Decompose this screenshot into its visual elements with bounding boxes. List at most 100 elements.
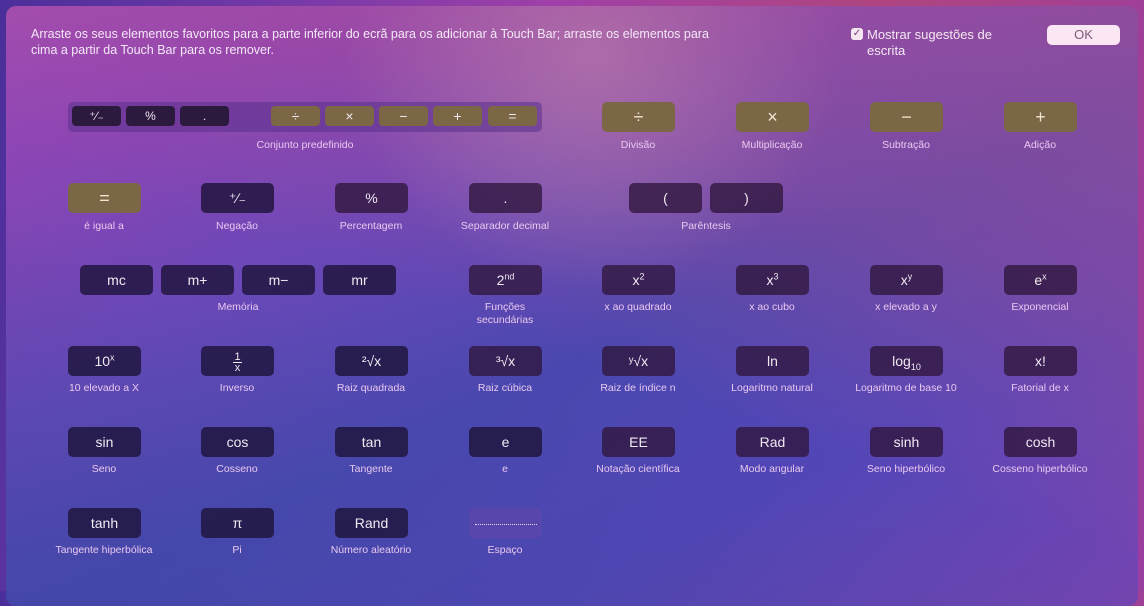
x-power-y-key[interactable]: xy [870,265,943,295]
percent-label: Percentagem [339,220,403,232]
cosh-label: Cosseno hiperbólico [992,463,1088,475]
x-cubed-label: x ao cubo [749,301,795,313]
x-squared-label: x ao quadrado [604,301,672,313]
factorial-label: Fatorial de x [1011,382,1069,394]
log10-base: log [892,353,911,369]
second-key-sup: nd [504,271,515,282]
square-root-key[interactable]: ²√x [335,346,408,376]
add-key[interactable]: + [1004,102,1077,132]
decimal-key[interactable]: . [469,183,542,213]
open-parenthesis-key[interactable]: ( [629,183,702,213]
cube-root-key[interactable]: ³√x [469,346,542,376]
space-key[interactable] [469,508,542,538]
x-cubed-key[interactable]: x3 [736,265,809,295]
random-key[interactable]: Rand [335,508,408,538]
decimal-label: Separador decimal [460,220,550,232]
pi-key[interactable]: π [201,508,274,538]
memory-recall-key[interactable]: mr [323,265,396,295]
log10-sub: 10 [910,361,921,372]
factorial-key[interactable]: x! [1004,346,1077,376]
divide-key[interactable]: ÷ [602,102,675,132]
x-squared-sup: 2 [639,271,645,282]
instruction-line-1: Arraste os seus elementos favoritos para… [31,27,709,41]
equals-label: é igual a [84,220,124,232]
x-cubed-sup: 3 [773,271,779,282]
default-set-label: Conjunto predefinido [256,139,354,151]
ten-power-x-key[interactable]: 10x [68,346,141,376]
exponential-label: Exponencial [1011,301,1069,313]
negate-key[interactable]: ⁺∕₋ [201,183,274,213]
random-label: Número aleatório [330,544,412,556]
scientific-notation-key[interactable]: EE [602,427,675,457]
second-functions-label: Funções secundárias [455,301,555,327]
exponential-sup: x [1042,271,1047,282]
exponential-key[interactable]: ex [1004,265,1077,295]
inverse-key[interactable]: 1x [201,346,274,376]
natural-log-label: Logaritmo natural [731,382,813,394]
scientific-notation-label: Notação científica [596,463,680,475]
ok-button[interactable]: OK [1047,25,1120,45]
percent-key[interactable]: % [335,183,408,213]
preset-key-negate: ⁺∕₋ [72,106,121,126]
second-functions-label-line2: secundárias [476,314,534,326]
equals-key[interactable]: = [68,183,141,213]
typing-suggestions-option[interactable]: ✓ Mostrar sugestões de escrita [851,27,1031,58]
cos-key[interactable]: cos [201,427,274,457]
second-functions-key[interactable]: 2nd [469,265,542,295]
x-power-y-sup: y [907,271,913,282]
cube-root-label: Raiz cúbica [477,382,533,394]
cosh-key[interactable]: cosh [1004,427,1077,457]
parentheses-label: Parêntesis [681,220,731,232]
sin-key[interactable]: sin [68,427,141,457]
log10-label: Logaritmo de base 10 [855,382,957,394]
second-functions-label-line1: Funções [484,301,526,313]
exponential-base: e [1034,272,1043,288]
instruction-line-2: cima a partir da Touch Bar para os remov… [31,42,274,57]
inverse-denominator: x [234,361,241,374]
memory-subtract-key[interactable]: m− [242,265,315,295]
tan-key[interactable]: tan [335,427,408,457]
log10-key[interactable]: log10 [870,346,943,376]
angle-mode-label: Modo angular [739,463,805,475]
multiply-label: Multiplicação [741,139,803,151]
preset-key-equals: = [488,106,537,126]
x-power-y-label: x elevado a y [875,301,937,313]
preset-key-multiply: × [325,106,374,126]
angle-mode-key[interactable]: Rad [736,427,809,457]
negate-label: Negação [215,220,259,232]
preset-key-percent: % [126,106,175,126]
tan-label: Tangente [349,463,393,475]
memory-clear-key[interactable]: mc [80,265,153,295]
inverse-label: Inverso [219,382,255,394]
space-dots-icon [474,523,537,525]
add-label: Adição [1023,139,1057,151]
tanh-key[interactable]: tanh [68,508,141,538]
divide-label: Divisão [620,139,656,151]
pi-label: Pi [232,544,242,556]
multiply-key[interactable]: × [736,102,809,132]
checkbox-checked-icon[interactable]: ✓ [851,28,863,40]
natural-log-key[interactable]: ln [736,346,809,376]
x-power-y-base: x [900,272,908,288]
memory-add-key[interactable]: m+ [161,265,234,295]
inverse-fraction: 1x [233,351,242,374]
sin-label: Seno [91,463,117,475]
nth-root-label: Raiz de índice n [600,382,676,394]
ten-power-x-sup: x [110,352,115,363]
instructions-text: Arraste os seus elementos favoritos para… [31,27,811,58]
nth-root-key[interactable]: ʸ√x [602,346,675,376]
ten-power-x-base: 10 [94,353,111,369]
typing-suggestions-label: Mostrar sugestões de escrita [867,27,993,58]
x-squared-key[interactable]: x2 [602,265,675,295]
subtract-key[interactable]: − [870,102,943,132]
preset-key-decimal: . [180,106,229,126]
sinh-key[interactable]: sinh [870,427,943,457]
square-root-label: Raiz quadrada [336,382,406,394]
e-label: e [502,463,508,475]
ten-power-x-label: 10 elevado a X [68,382,140,394]
touch-bar-customization-panel: Arraste os seus elementos favoritos para… [6,6,1138,606]
e-key[interactable]: e [469,427,542,457]
close-parenthesis-key[interactable]: ) [710,183,783,213]
default-set-item[interactable]: ⁺∕₋ % . ÷ × − + = [68,102,542,132]
space-label: Espaço [487,544,523,556]
